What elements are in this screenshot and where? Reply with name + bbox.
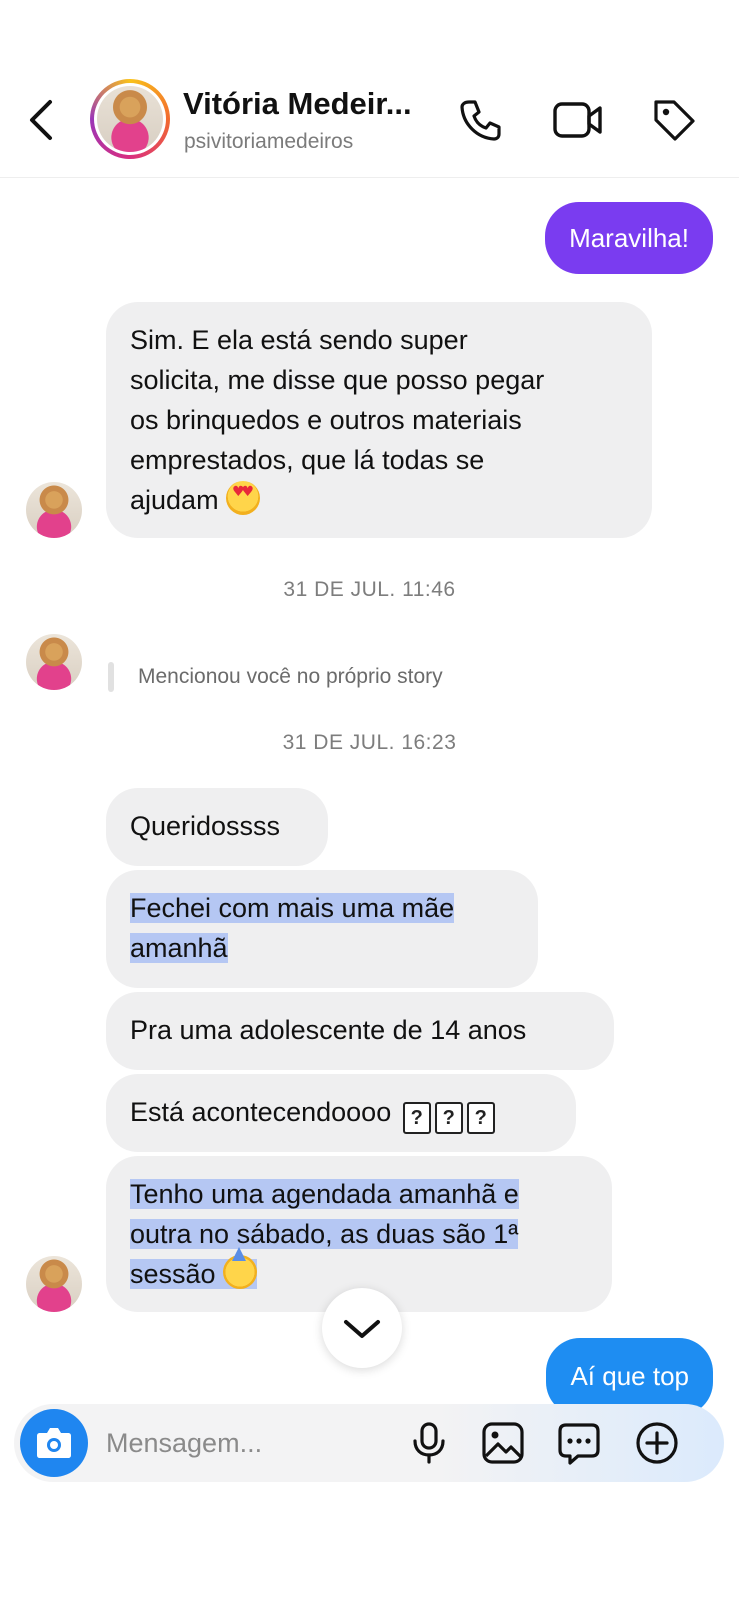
chat-header: Vitória Medeir... psivitoriamedeiros — [0, 0, 739, 178]
camera-icon — [37, 1428, 71, 1458]
message-text: sessão — [130, 1259, 216, 1289]
sender-avatar[interactable] — [26, 634, 82, 690]
video-call-button[interactable] — [552, 96, 604, 144]
highlighted-text: Fechei com mais uma mãe — [130, 893, 455, 923]
chat-screen: Vitória Medeir... psivitoriamedeiros Mar… — [0, 0, 739, 1600]
message-text: Aí que top — [570, 1361, 689, 1391]
highlighted-text: sessão — [130, 1247, 258, 1289]
message-line: os brinquedos e outros materiais — [130, 405, 522, 435]
highlighted-text: outra no sábado, as duas são 1ª — [130, 1219, 519, 1249]
message-text: Maravilha! — [569, 223, 689, 253]
message-composer — [14, 1404, 724, 1482]
heart-eyes-emoji-icon — [226, 481, 261, 515]
sender-avatar[interactable] — [26, 1256, 82, 1312]
missing-emoji-glyph: ? — [402, 1102, 431, 1134]
sticker-chat-icon — [558, 1423, 600, 1465]
party-face-emoji-icon — [223, 1247, 258, 1289]
incoming-message[interactable]: Sim. E ela está sendo super solicita, me… — [106, 302, 652, 538]
timestamp: 31 DE JUL. 11:46 — [283, 578, 456, 601]
video-camera-icon — [553, 102, 602, 138]
story-mention[interactable]: Mencionou você no próprio story — [108, 660, 443, 694]
message-input[interactable] — [106, 1424, 386, 1462]
gallery-button[interactable] — [480, 1420, 526, 1466]
story-mention-text: Mencionou você no próprio story — [138, 665, 443, 688]
message-line: Sim. E ela está sendo super — [130, 325, 468, 355]
incoming-message[interactable]: Pra uma adolescente de 14 anos — [106, 992, 614, 1070]
message-line: amanhã — [130, 928, 514, 968]
message-text: Está acontecendoooo — [130, 1097, 392, 1127]
message-line: emprestados, que lá todas se — [130, 445, 485, 475]
contact-username[interactable]: psivitoriamedeiros — [184, 130, 353, 154]
contact-name[interactable]: Vitória Medeir... — [183, 86, 412, 122]
missing-emoji-glyph: ? — [466, 1102, 495, 1134]
story-reply-bar — [108, 662, 114, 692]
timestamp: 31 DE JUL. 16:23 — [282, 731, 457, 754]
sticker-button[interactable] — [556, 1420, 602, 1466]
profile-avatar[interactable] — [90, 79, 170, 159]
scroll-to-bottom-button[interactable] — [322, 1288, 402, 1368]
message-line: ajudam — [130, 480, 628, 520]
microphone-icon — [413, 1422, 445, 1464]
image-icon — [482, 1422, 524, 1464]
highlighted-text: Tenho uma agendada amanhã e — [130, 1179, 519, 1209]
incoming-message[interactable]: Fechei com mais uma mãe amanhã — [106, 870, 538, 988]
more-options-button[interactable] — [634, 1420, 680, 1466]
message-text: Pra uma adolescente de 14 anos — [130, 1015, 527, 1045]
message-line: outra no sábado, as duas são 1ª — [130, 1214, 588, 1254]
message-text: ajudam — [130, 485, 219, 515]
audio-call-button[interactable] — [457, 96, 505, 144]
back-arrow-icon — [30, 100, 52, 140]
outgoing-message[interactable]: Maravilha! — [545, 202, 713, 274]
message-line: solicita, me disse que posso pegar — [130, 365, 545, 395]
back-button[interactable] — [24, 96, 60, 144]
missing-emoji-glyph: ? — [434, 1102, 463, 1134]
chevron-down-icon — [344, 1320, 380, 1338]
message-line: Tenho uma agendada amanhã e — [130, 1174, 588, 1214]
highlighted-text: amanhã — [130, 933, 228, 963]
sender-avatar[interactable] — [26, 482, 82, 538]
plus-circle-icon — [636, 1422, 678, 1464]
tag-button[interactable] — [650, 96, 698, 144]
message-line: Fechei com mais uma mãe — [130, 888, 514, 928]
incoming-message[interactable]: Está acontecendoooo ??? — [106, 1074, 576, 1152]
camera-button[interactable] — [20, 1409, 88, 1477]
message-text: Queridossss — [130, 811, 281, 841]
avatar-border — [94, 83, 166, 155]
avatar-image — [97, 86, 163, 152]
tag-icon — [654, 100, 695, 141]
incoming-message[interactable]: Queridossss — [106, 788, 328, 866]
voice-message-button[interactable] — [406, 1420, 452, 1466]
phone-icon — [460, 100, 501, 141]
